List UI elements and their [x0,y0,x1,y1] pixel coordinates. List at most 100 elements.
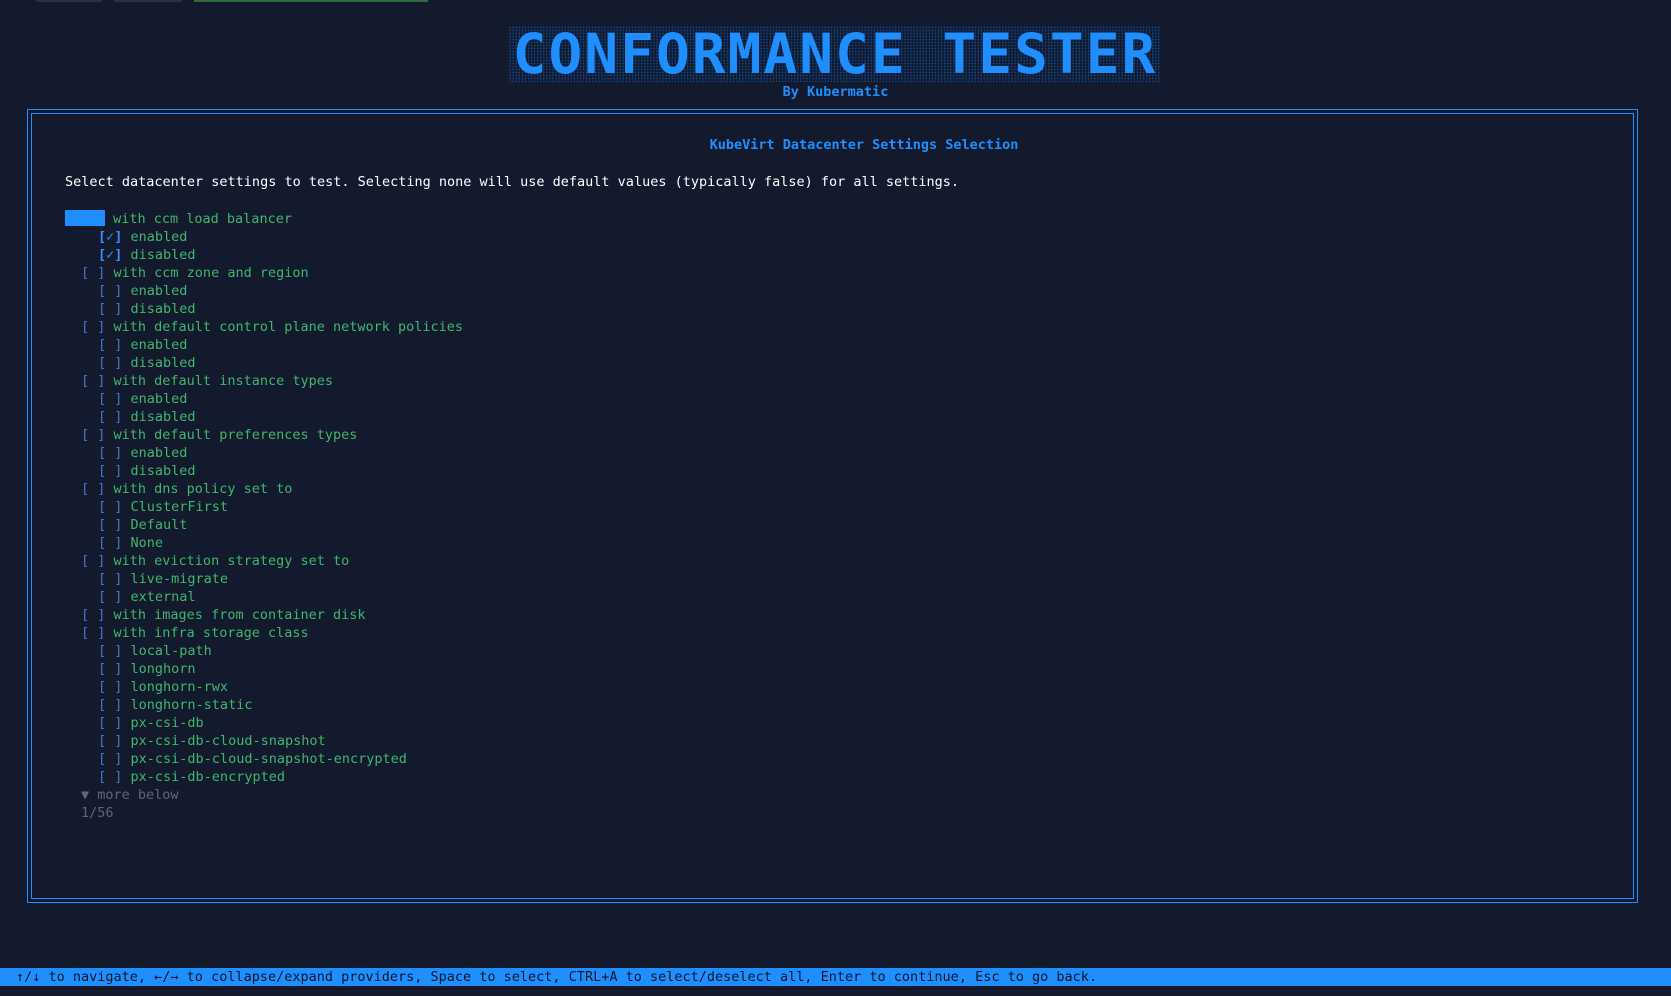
tree-option-item[interactable]: [ ] longhorn-static [65,696,463,714]
checkbox[interactable]: [ ] [98,355,122,371]
checkbox[interactable]: [ ] [98,715,122,731]
tree-group-item[interactable]: [ ] with default control plane network p… [65,318,463,336]
checkbox-checked[interactable]: [✓] [98,229,122,245]
status-help-text: ↑/↓ to navigate, ←/→ to collapse/expand … [16,969,1097,985]
checkbox[interactable]: [ ] [98,517,122,533]
checkbox-checked[interactable]: [✓] [98,247,122,263]
tree-option-item[interactable]: [ ] external [65,588,463,606]
tree-item-label: live-migrate [130,571,229,587]
tree-option-item[interactable]: [ ] Default [65,516,463,534]
checkbox[interactable]: [ ] [98,643,122,659]
checkbox[interactable]: [ ] [98,535,122,551]
tree-item-label: px-csi-db [130,715,204,731]
tree-item-label: local-path [130,643,212,659]
tree-item-label: px-csi-db-cloud-snapshot-encrypted [130,751,407,767]
tree-item-label: with default instance types [113,373,333,389]
tree-item-label: disabled [130,355,196,371]
tree-option-item[interactable]: [ ] longhorn [65,660,463,678]
settings-tree: with ccm load balancer [✓] enabled [✓] dis… [65,210,463,822]
tree-item-label: ClusterFirst [130,499,229,515]
tree-option-item[interactable]: [ ] ClusterFirst [65,498,463,516]
tree-option-item[interactable]: [ ] disabled [65,354,463,372]
more-below-indicator: ▼ more below [81,787,179,803]
tree-item-label: with ccm load balancer [113,211,292,227]
tree-option-item[interactable]: [ ] enabled [65,444,463,462]
checkbox[interactable]: [ ] [81,607,105,623]
tree-item-label: with images from container disk [113,607,366,623]
tree-item-label: enabled [130,445,188,461]
tree-option-item[interactable]: [ ] disabled [65,408,463,426]
tree-item-label: with eviction strategy set to [113,553,350,569]
tree-option-item[interactable]: [ ] longhorn-rwx [65,678,463,696]
tree-option-item[interactable]: [ ] enabled [65,336,463,354]
checkbox[interactable]: [ ] [98,445,122,461]
tree-option-item[interactable]: [ ] disabled [65,300,463,318]
tree-option-item[interactable]: [ ] enabled [65,282,463,300]
checkbox[interactable]: [ ] [98,661,122,677]
checkbox[interactable]: [ ] [81,553,105,569]
checkbox[interactable]: [ ] [81,319,105,335]
checkbox[interactable]: [ ] [98,301,122,317]
tree-item-label: enabled [130,229,188,245]
panel-title: KubeVirt Datacenter Settings Selection [709,137,1019,153]
checkbox[interactable]: [ ] [98,751,122,767]
tree-item-label: enabled [130,391,188,407]
tree-option-item[interactable]: [ ] px-csi-db [65,714,463,732]
tree-item-label: None [130,535,164,551]
checkbox[interactable]: [ ] [98,589,122,605]
selection-cursor [65,210,105,226]
tree-option-item[interactable]: [✓] disabled [65,246,463,264]
checkbox[interactable]: [ ] [81,625,105,641]
top-tab[interactable] [114,0,182,2]
tree-item-label: with dns policy set to [113,481,293,497]
tree-option-item[interactable]: [✓] enabled [65,228,463,246]
checkbox[interactable]: [ ] [98,499,122,515]
tree-group-item[interactable]: [ ] with images from container disk [65,606,463,624]
tree-item-label: disabled [130,247,196,263]
tree-item-label: disabled [130,463,196,479]
checkbox[interactable]: [ ] [81,481,105,497]
checkbox[interactable]: [ ] [98,337,122,353]
top-tab-strip [36,0,428,2]
top-tab-active[interactable] [194,0,428,2]
tree-option-item[interactable]: [ ] enabled [65,390,463,408]
tree-group-item[interactable]: [ ] with default instance types [65,372,463,390]
checkbox[interactable]: [ ] [98,283,122,299]
tree-item-label: px-csi-db-cloud-snapshot [130,733,326,749]
checkbox[interactable]: [ ] [98,679,122,695]
status-bar: ↑/↓ to navigate, ←/→ to collapse/expand … [0,968,1671,986]
checkbox[interactable]: [ ] [98,697,122,713]
checkbox[interactable]: [ ] [98,571,122,587]
checkbox[interactable]: [ ] [81,427,105,443]
logo-text: CONFORMANCE TESTER [509,26,1162,82]
position-counter: 1/56 [81,805,114,821]
checkbox[interactable]: [ ] [98,391,122,407]
checkbox[interactable]: [ ] [98,463,122,479]
tree-option-item[interactable]: [ ] disabled [65,462,463,480]
tree-option-item[interactable]: [ ] px-csi-db-cloud-snapshot [65,732,463,750]
checkbox[interactable]: [ ] [81,373,105,389]
top-tab[interactable] [36,0,102,2]
tree-group-item[interactable]: [ ] with eviction strategy set to [65,552,463,570]
tree-group-item[interactable]: [ ] with ccm zone and region [65,264,463,282]
tree-item-label: with default preferences types [113,427,358,443]
tree-group-item[interactable]: [ ] with dns policy set to [65,480,463,498]
tree-option-item[interactable]: [ ] None [65,534,463,552]
tree-group-item[interactable]: [ ] with infra storage class [65,624,463,642]
tree-option-item[interactable]: [ ] local-path [65,642,463,660]
checkbox[interactable]: [ ] [81,265,105,281]
tree-item-label: disabled [130,301,196,317]
tree-option-item[interactable]: [ ] px-csi-db-cloud-snapshot-encrypted [65,750,463,768]
tree-item-label: external [130,589,196,605]
tree-item-label: longhorn-rwx [130,679,229,695]
tree-item-label: enabled [130,283,188,299]
checkbox[interactable]: [ ] [98,733,122,749]
tree-group-item[interactable]: [ ] with default preferences types [65,426,463,444]
tree-item-label: disabled [130,409,196,425]
tree-option-item[interactable]: [ ] px-csi-db-encrypted [65,768,463,786]
checkbox[interactable]: [ ] [98,409,122,425]
tree-option-item[interactable]: [ ] live-migrate [65,570,463,588]
checkbox[interactable]: [ ] [98,769,122,785]
tree-group-item[interactable]: with ccm load balancer [65,210,463,228]
tree-item-label: with ccm zone and region [113,265,309,281]
